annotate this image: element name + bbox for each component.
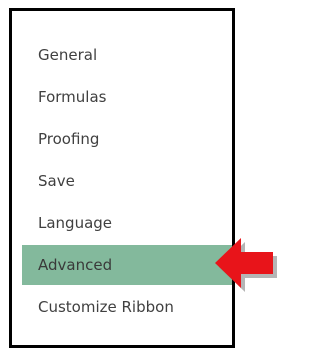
nav-item-save[interactable]: Save bbox=[22, 161, 232, 201]
nav-item-formulas[interactable]: Formulas bbox=[22, 77, 232, 117]
nav-item-language[interactable]: Language bbox=[22, 203, 232, 243]
nav-item-customize-ribbon[interactable]: Customize Ribbon bbox=[22, 287, 232, 327]
options-panel: General Formulas Proofing Save Language … bbox=[9, 8, 235, 348]
nav-item-general[interactable]: General bbox=[22, 35, 232, 75]
nav-item-proofing[interactable]: Proofing bbox=[22, 119, 232, 159]
red-arrow-left-icon bbox=[215, 238, 277, 292]
nav-item-advanced[interactable]: Advanced bbox=[22, 245, 232, 285]
